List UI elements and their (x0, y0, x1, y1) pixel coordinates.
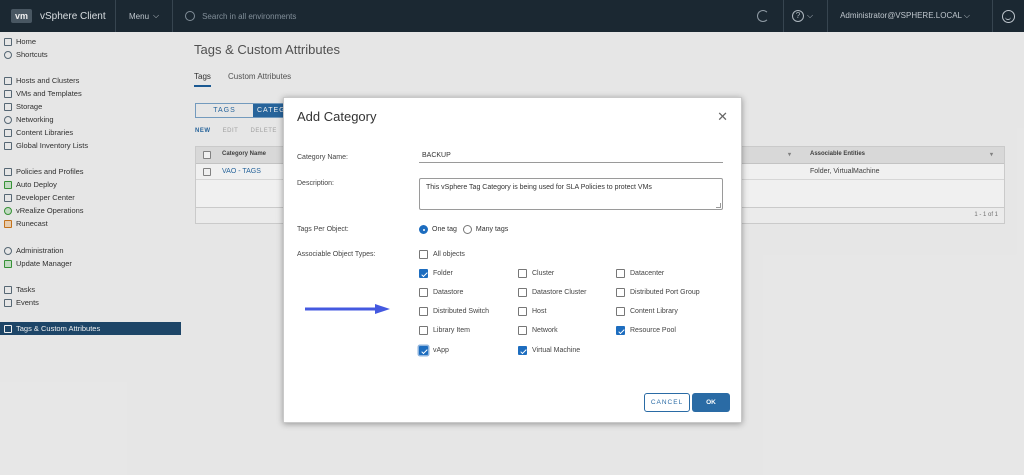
one-tag-radio[interactable] (419, 225, 428, 234)
one-tag-label: One tag (432, 226, 457, 233)
category-name-input[interactable]: BACKUP (419, 152, 723, 163)
tags-per-object-radios: One tag Many tags (419, 225, 508, 234)
cluster-checkbox[interactable]: Cluster (518, 269, 554, 278)
checkbox-label: Content Library (630, 308, 678, 315)
checkbox-label: Library Item (433, 327, 470, 334)
content-library-checkbox[interactable]: Content Library (616, 307, 678, 316)
checkbox-label: All objects (433, 251, 465, 258)
vapp-checkbox[interactable]: vApp (419, 346, 449, 355)
checkbox-box (616, 288, 625, 297)
checkbox-label: Cluster (532, 270, 555, 277)
description-label: Description: (297, 180, 334, 187)
checkbox-box (419, 326, 428, 335)
checkbox-label: Datastore Cluster (532, 289, 587, 296)
distributed-port-group-checkbox[interactable]: Distributed Port Group (616, 288, 700, 297)
virtual-machine-checkbox[interactable]: Virtual Machine (518, 346, 580, 355)
checkbox-box (518, 288, 527, 297)
object-types-label: Associable Object Types: (297, 251, 376, 258)
checkbox-label: Virtual Machine (532, 347, 581, 354)
distributed-switch-checkbox[interactable]: Distributed Switch (419, 307, 489, 316)
close-icon[interactable]: ✕ (717, 110, 728, 123)
checkbox-label: Folder (433, 270, 453, 277)
checkbox-box (616, 307, 625, 316)
datacenter-checkbox[interactable]: Datacenter (616, 269, 664, 278)
host-checkbox[interactable]: Host (518, 307, 546, 316)
many-tags-label: Many tags (475, 226, 509, 233)
all-objects-checkbox[interactable]: All objects (419, 250, 465, 259)
ok-button[interactable]: OK (692, 393, 730, 412)
checkbox-label: Distributed Switch (433, 308, 490, 315)
checkbox-box (518, 269, 527, 278)
library-item-checkbox[interactable]: Library Item (419, 326, 470, 335)
description-textarea[interactable]: This vSphere Tag Category is being used … (419, 178, 723, 210)
checkbox-box (419, 307, 428, 316)
checkbox-label: Distributed Port Group (630, 289, 700, 296)
many-tags-radio[interactable] (462, 225, 472, 234)
checkbox-label: Datacenter (630, 270, 665, 277)
checkbox-box (518, 307, 527, 316)
category-name-label: Category Name: (297, 154, 348, 161)
checkbox-label: Network (532, 327, 558, 334)
datastore-cluster-checkbox[interactable]: Datastore Cluster (518, 288, 586, 297)
checkbox-label: Resource Pool (630, 327, 676, 334)
tags-per-object-label: Tags Per Object: (297, 226, 349, 233)
resource-pool-checkbox[interactable]: Resource Pool (616, 326, 676, 335)
dialog-title: Add Category (297, 109, 377, 124)
checkbox-box (616, 269, 625, 278)
checkbox-box (419, 288, 428, 297)
checkbox-label: Host (532, 308, 547, 315)
add-category-dialog: Add Category ✕ Category Name: BACKUP Des… (283, 97, 742, 423)
checkbox-label: vApp (433, 347, 449, 354)
checkbox-box (518, 326, 527, 335)
network-checkbox[interactable]: Network (518, 326, 558, 335)
datastore-checkbox[interactable]: Datastore (419, 288, 463, 297)
checkbox-box (419, 250, 428, 259)
checkbox-box (518, 346, 527, 355)
checkbox-box (419, 346, 428, 355)
checkbox-box (419, 269, 428, 278)
annotation-arrow-icon (305, 304, 390, 314)
folder-checkbox[interactable]: Folder (419, 269, 453, 278)
checkbox-label: Datastore (433, 289, 464, 296)
checkbox-box (616, 326, 625, 335)
cancel-button[interactable]: CANCEL (644, 393, 690, 412)
